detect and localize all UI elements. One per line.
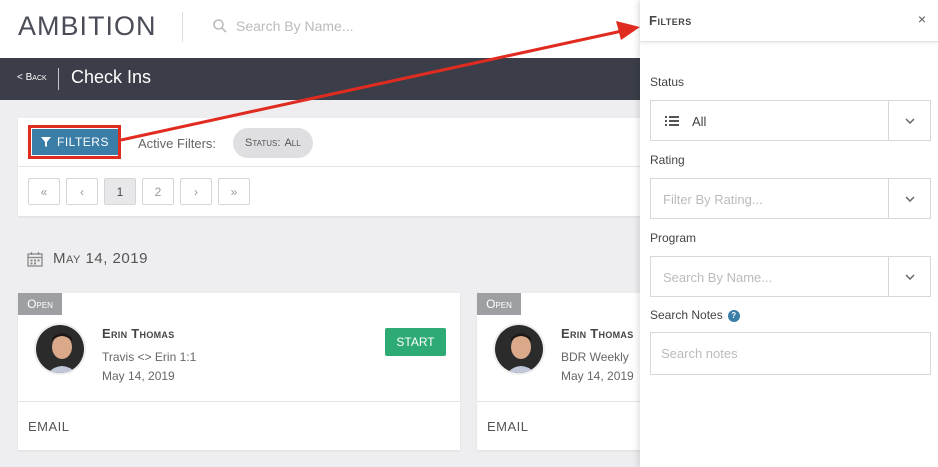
first-page-button[interactable]: «: [28, 178, 60, 205]
rating-placeholder: Filter By Rating...: [663, 192, 763, 207]
status-dropdown-toggle[interactable]: [888, 101, 930, 140]
filters-button[interactable]: FILTERS: [32, 129, 118, 155]
search-notes-label-text: Search Notes: [650, 308, 723, 322]
chip-key: Status:: [245, 137, 281, 149]
back-link[interactable]: < Back: [17, 72, 47, 83]
person-name[interactable]: Erin Thomas: [102, 326, 175, 341]
program-label: Program: [650, 231, 697, 245]
meeting-date: May 14, 2019: [561, 369, 634, 383]
start-button[interactable]: START: [385, 328, 446, 356]
meeting-name: Travis <> Erin 1:1: [102, 350, 197, 364]
prev-page-button[interactable]: ‹: [66, 178, 98, 205]
avatar-image: [495, 325, 543, 373]
filters-drawer: Filters × Status All Rating Filter By Ra…: [640, 0, 938, 467]
meeting-date: May 14, 2019: [102, 369, 175, 383]
status-label: Status: [650, 75, 685, 89]
page-1-button[interactable]: 1: [104, 178, 136, 205]
pagination: « ‹ 1 2 › »: [28, 178, 250, 205]
chevron-down-icon: [904, 117, 915, 124]
list-icon: [665, 116, 679, 126]
avatar: [34, 323, 86, 375]
drawer-title: Filters: [649, 13, 692, 28]
search-notes-label: Search Notes?: [650, 308, 740, 322]
calendar-icon: [27, 251, 43, 267]
chevron-down-icon: [904, 273, 915, 280]
filter-icon: [41, 137, 52, 147]
date-heading: May 14, 2019: [27, 250, 148, 267]
logo-text: AMBITION: [18, 11, 157, 41]
search-notes-input[interactable]: [650, 332, 931, 375]
close-icon[interactable]: ×: [918, 11, 926, 27]
search-icon: [213, 19, 227, 33]
date-heading-text: May 14, 2019: [53, 250, 148, 267]
drawer-header: Filters ×: [640, 0, 938, 42]
email-link[interactable]: EMAIL: [487, 419, 529, 434]
rating-dropdown-toggle[interactable]: [888, 179, 930, 218]
global-search-input[interactable]: [236, 18, 536, 34]
global-search[interactable]: [212, 18, 536, 34]
page-2-button[interactable]: 2: [142, 178, 174, 205]
last-page-button[interactable]: »: [218, 178, 250, 205]
meeting-name: BDR Weekly: [561, 350, 629, 364]
page-title: Check Ins: [71, 67, 152, 87]
checkin-card[interactable]: Open Erin Thomas Travis <> Erin 1:1 May …: [18, 293, 460, 450]
rating-label: Rating: [650, 153, 685, 167]
card-divider: [18, 401, 460, 402]
program-select[interactable]: Search By Name...: [650, 256, 931, 297]
status-select[interactable]: All: [650, 100, 931, 141]
next-page-button[interactable]: ›: [180, 178, 212, 205]
avatar-image: [36, 325, 84, 373]
rating-select[interactable]: Filter By Rating...: [650, 178, 931, 219]
logo-divider: [182, 12, 183, 42]
filter-divider: [18, 166, 678, 167]
program-placeholder: Search By Name...: [663, 270, 773, 285]
avatar: [493, 323, 545, 375]
filters-button-label: FILTERS: [57, 135, 109, 149]
active-filters-label: Active Filters:: [138, 136, 217, 151]
chevron-down-icon: [904, 195, 915, 202]
status-filter-chip[interactable]: Status: All: [233, 128, 313, 158]
status-badge: Open: [18, 293, 62, 315]
filter-toolbar: FILTERS Active Filters: Status: All « ‹ …: [18, 118, 678, 216]
status-select-value: All: [692, 114, 707, 129]
subheader-divider: [58, 68, 59, 90]
help-icon[interactable]: ?: [727, 309, 740, 322]
person-name[interactable]: Erin Thomas: [561, 326, 634, 341]
chip-value: All: [284, 137, 301, 149]
app-logo[interactable]: AMBITION: [18, 11, 157, 42]
program-dropdown-toggle[interactable]: [888, 257, 930, 296]
status-badge: Open: [477, 293, 521, 315]
email-link[interactable]: EMAIL: [28, 419, 70, 434]
